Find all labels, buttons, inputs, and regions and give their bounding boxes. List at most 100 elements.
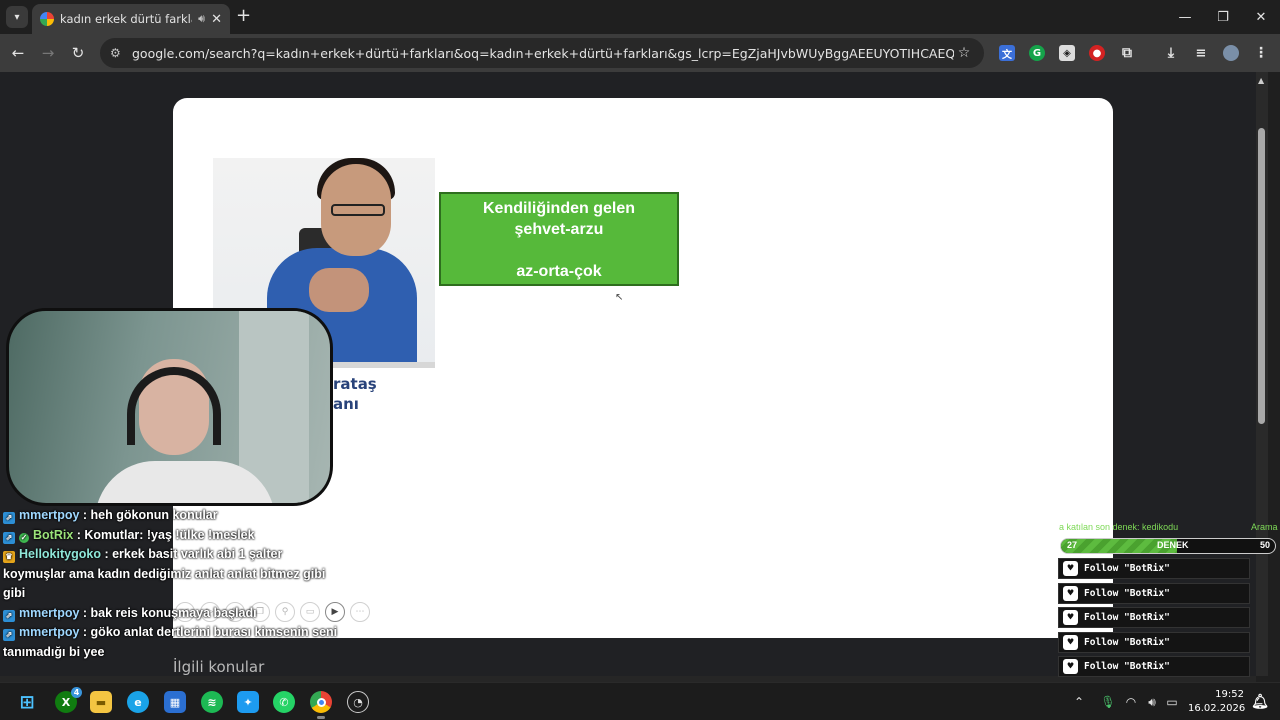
taskbar-clock[interactable]: 19:52 16.02.2026 [1188,688,1246,716]
follow-alerts: ♥ Follow "BotRix" ♥ Follow "BotRix" ♥ Follo… [1058,558,1250,681]
scrollbar-thumb[interactable] [1258,128,1265,424]
chat-badge-icon: ⇗ [3,609,15,622]
windows-start-icon[interactable]: ⊞ [16,691,38,713]
translate-extension-icon[interactable]: 文 [999,45,1015,61]
bookmark-star-icon[interactable]: ☆ [954,45,974,61]
forward-button[interactable]: → [38,43,58,63]
chat-username: BotRix [33,527,74,542]
red-extension-icon[interactable]: ● [1089,45,1105,61]
goal-target: 50 [1259,540,1270,550]
heart-icon: ♥ [1063,561,1078,576]
chevron-up-icon[interactable]: ⌃ [1070,695,1088,709]
tab-strip: ▾ kadın erkek dürtü farkları - G 🔊︎ ✕ + … [0,0,1280,34]
slide-green-box: Kendiliğinden gelen şehvet-arzu az-orta-… [439,192,679,286]
chat-text: : Komutlar: !yaş !ülke !meslek [73,527,255,542]
follow-text: Follow "BotRix" [1084,636,1170,648]
system-tray: ⌃ 🎙︎ ◠ 🔊︎ ▭ [1070,683,1182,720]
goal-caption-right: Arama [1251,522,1278,532]
file-explorer-icon[interactable]: ▬ [90,691,112,713]
profile-avatar[interactable] [1223,45,1239,61]
headphones-shape [127,367,221,445]
presenter-hands-shape [309,268,369,312]
name-card-line2: anı [333,395,359,413]
mouse-cursor-icon: ↖ [615,292,624,303]
browser-toolbar: ← → ↻ ⚙ google.com/search?q=kadın+erkek+… [0,34,1280,72]
streamer-webcam [6,308,333,506]
chat-badge-icon: ⇗ [3,531,15,544]
window-controls: — ❐ ✕ [1166,0,1280,34]
follow-alert: ♥ Follow "BotRix" [1058,558,1250,579]
google-favicon-icon [40,12,54,26]
back-button[interactable]: ← [8,43,28,63]
green-box-line3: az-orta-çok [516,263,602,280]
chat-message: ♛ Hellokitygoko : erkek basit varlık abi … [3,545,343,604]
media-controls-icon[interactable]: ≡ [1193,45,1209,61]
heart-icon: ♥ [1063,659,1078,675]
chat-badge-icon: ⇗ [3,512,15,524]
new-tab-button[interactable]: + [236,7,251,25]
kebab-menu-icon[interactable]: ⋮ [1253,45,1269,61]
scroll-up-arrow-icon[interactable]: ▲ [1258,76,1264,85]
name-card-line1: rataş [333,375,377,393]
chat-username: Hellokitygoko [19,547,101,561]
goal-caption: a katılan son denek: kedikodu [1059,522,1179,532]
xbox-icon[interactable]: X4 [55,687,82,713]
site-info-icon[interactable]: ⚙ [110,46,132,60]
chat-message: ⇗ mmertpoy : bak reis konuşmaya başladı [3,604,343,624]
presenter-name-card: rataş anı [333,374,377,414]
follow-text: Follow "BotRix" [1084,587,1170,599]
follow-text: Follow "BotRix" [1084,563,1170,574]
store-icon[interactable]: ▦ [164,691,186,713]
follow-alert: ♥ Follow "BotRix" [1058,656,1250,678]
chat-badge-icon: ⇗ [3,629,15,641]
restore-button[interactable]: ❐ [1204,0,1242,34]
verified-check-icon: ✓ [19,532,29,543]
chat-username: mmertpoy [19,508,80,522]
battery-icon[interactable]: ▭ [1162,695,1182,709]
chat-text: : heh gökonun konular [79,508,218,522]
chrome-center-icon [316,697,326,707]
follow-text: Follow "BotRix" [1084,612,1170,624]
glasses-shape [331,204,385,216]
chat-message: ⇗ ✓ BotRix : Komutlar: !yaş !ülke !meslek [3,526,343,546]
shield-extension-icon[interactable]: ◈ [1059,45,1075,61]
grammarly-extension-icon[interactable]: G [1029,45,1045,61]
reload-button[interactable]: ↻ [68,43,88,63]
chat-username: mmertpoy [19,605,80,620]
heart-icon: ♥ [1063,610,1078,626]
tab-close-button[interactable]: ✕ [211,12,222,27]
follow-alert: ♥ Follow "BotRix" [1058,582,1250,604]
goal-current: 27 [1067,540,1078,550]
extensions-puzzle-icon[interactable]: ⧉ [1119,45,1135,61]
microphone-icon[interactable]: 🎙︎ [1096,695,1120,709]
spotify-icon[interactable]: ≋ [201,691,223,713]
tab-title: kadın erkek dürtü farkları - G [60,12,192,26]
stream-chat: ⇗ mmertpoy : heh gökonun konular ⇗ ✓ BotRix… [3,506,343,662]
browser-tab-active[interactable]: kadın erkek dürtü farkları - G 🔊︎ ✕ [32,4,230,34]
notification-icon[interactable]: 🔔︎ [1249,691,1271,713]
more-icon[interactable]: ⋯ [350,602,370,622]
address-bar[interactable]: ⚙ google.com/search?q=kadın+erkek+dürtü+… [100,38,984,68]
minimize-button[interactable]: — [1166,0,1204,34]
clock-date: 16.02.2026 [1188,703,1246,714]
twitter-icon[interactable]: ✦ [237,691,259,713]
url-text[interactable]: google.com/search?q=kadın+erkek+dürtü+fa… [132,46,954,61]
heart-icon: ♥ [1063,634,1078,650]
follow-text: Follow "BotRix" [1084,661,1170,673]
download-icon[interactable]: ⤓ [1163,45,1179,61]
obs-icon[interactable]: ◔ [347,691,369,713]
follow-alert: ♥ Follow "BotRix" [1058,631,1250,653]
volume-icon[interactable]: 🔊︎ [1142,695,1162,710]
close-window-button[interactable]: ✕ [1242,0,1280,34]
chat-username: mmertpoy [19,625,80,639]
speaker-icon[interactable]: 🔊︎ [198,12,205,26]
wifi-icon[interactable]: ◠ [1120,695,1142,709]
edge-browser-icon[interactable]: e [127,691,149,713]
goal-label: DENEK [1157,540,1189,550]
chevron-down-icon: ▾ [14,11,20,23]
tab-search-button[interactable]: ▾ [6,6,28,28]
whatsapp-icon[interactable]: ✆ [273,691,295,713]
crown-badge-icon: ♛ [3,551,15,563]
heart-icon: ♥ [1063,585,1078,601]
chrome-icon[interactable] [310,691,332,719]
